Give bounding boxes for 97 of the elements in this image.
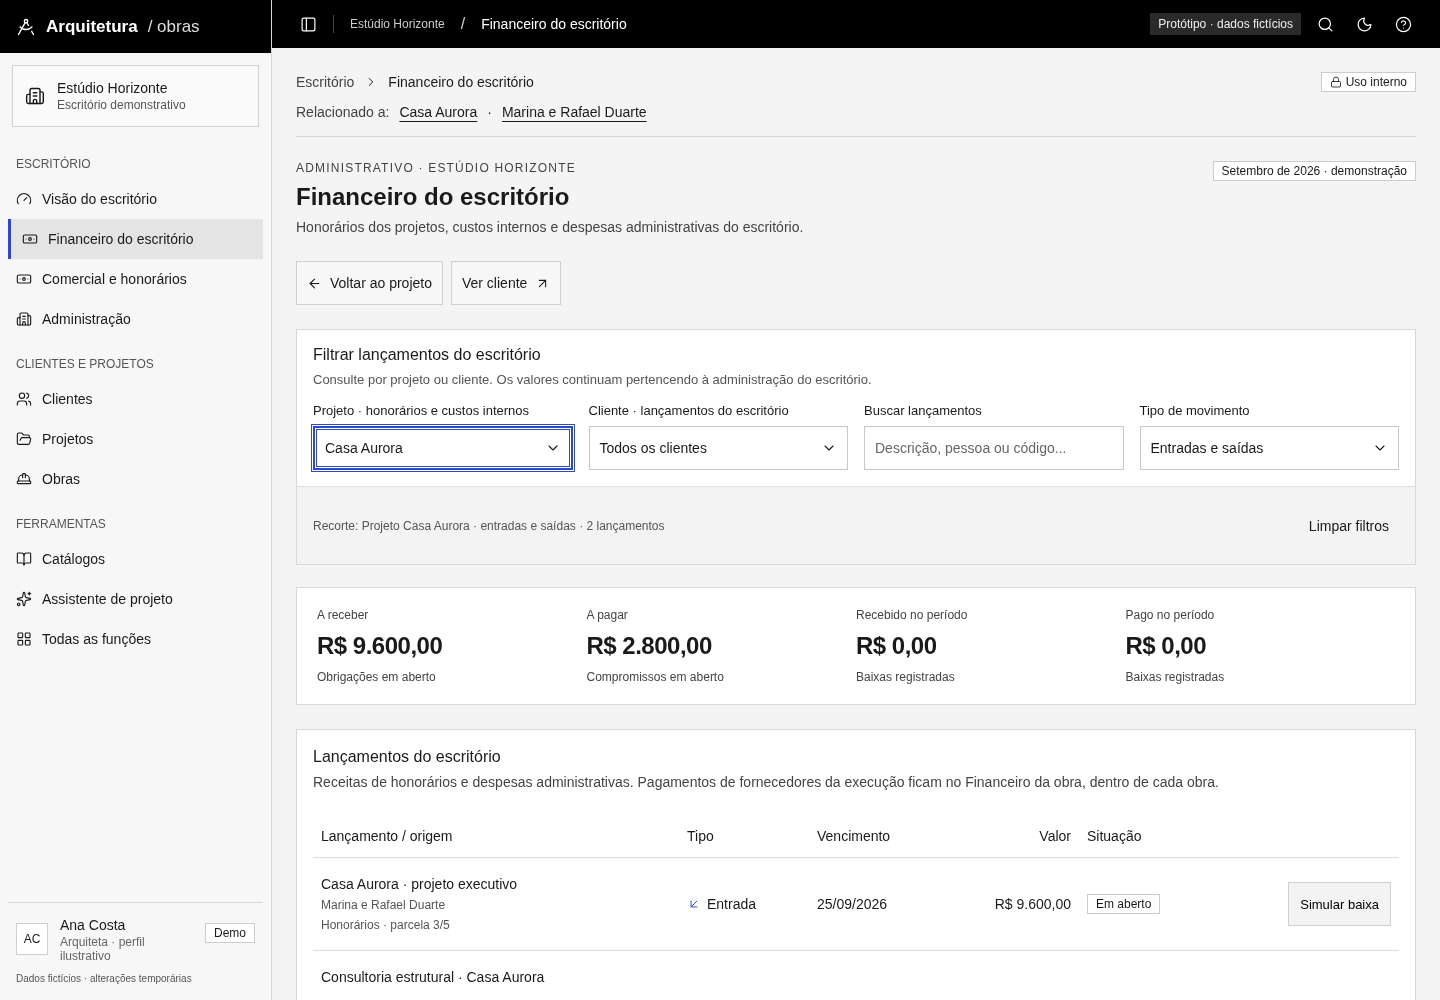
search-field[interactable]: Descrição, pessoa ou código...	[864, 426, 1124, 470]
metric-label: Recebido no período	[856, 608, 969, 622]
entry-due-date: 25/09/2026	[817, 896, 888, 912]
slash-separator: /	[460, 15, 466, 33]
panel-title: Lançamentos do escritório	[313, 748, 502, 766]
metric-value: R$ 2.800,00	[586, 632, 713, 660]
dot-separator: ·	[487, 104, 492, 120]
breadcrumb-item[interactable]: Escritório	[296, 74, 355, 90]
office-subtitle: Escritório demonstrativo	[57, 98, 186, 112]
users-icon	[16, 391, 32, 407]
page-eyebrow: ADMINISTRATIVO · ESTÚDIO HORIZONTE	[296, 161, 577, 175]
entry-title: Casa Aurora · projeto executivo	[321, 876, 518, 892]
sidebar-item[interactable]: Administração	[8, 299, 263, 339]
related-link[interactable]: Marina e Rafael Duarte	[501, 104, 647, 120]
field-label: Cliente · lançamentos do escritório	[588, 403, 790, 418]
related-label: Relacionado a:	[296, 104, 390, 120]
app-name: Arquitetura	[46, 16, 138, 37]
metric-label: Pago no período	[1125, 608, 1216, 622]
building-icon	[25, 86, 45, 106]
column-header: Situação	[1087, 827, 1142, 844]
sidebar-item[interactable]: Assistente de projeto	[8, 579, 263, 619]
column-header: Valor	[1039, 827, 1071, 844]
status-badge: Em aberto	[1087, 894, 1161, 914]
filter-summary: Recorte: Projeto Casa Aurora · entradas e saídas · 2 lançamentos	[313, 518, 665, 533]
banknote-icon	[22, 231, 38, 247]
panel-description: Consulte por projeto ou cliente. Os valores continuam pertencendo à administração do escritório.	[313, 372, 873, 387]
folder-icon	[16, 431, 32, 447]
metric-note: Obrigações em aberto	[317, 670, 437, 684]
prototype-badge: Protótipo · dados fictícios	[1150, 13, 1301, 35]
access-badge: Uso interno	[1320, 72, 1416, 92]
moon-icon[interactable]	[1356, 15, 1373, 33]
topbar-crumb[interactable]: Estúdio Horizonte	[350, 17, 445, 31]
search-icon[interactable]	[1317, 15, 1334, 33]
column-header: Vencimento	[817, 827, 891, 844]
page-title: Financeiro do escritório	[296, 183, 571, 211]
simulate-button[interactable]: Simular baixa	[1288, 882, 1391, 926]
demo-badge: Demo	[205, 923, 255, 943]
metric-label: A pagar	[586, 608, 629, 622]
select-field[interactable]: Casa Aurora	[313, 426, 573, 470]
panel-title: Filtrar lançamentos do escritório	[313, 346, 542, 364]
sidebar-item[interactable]: Todas as funções	[8, 619, 263, 659]
field-label: Projeto · honorários e custos internos	[313, 403, 531, 418]
metric-value: R$ 9.600,00	[317, 632, 444, 660]
panel-description: Receitas de honorários e despesas administrativas. Pagamentos de fornecedores da execução ficam no Financeiro da obra, dentro de cada obra.	[313, 774, 1220, 790]
clear-filters-button[interactable]: Limpar filtros	[1308, 511, 1389, 540]
building-icon	[16, 311, 32, 327]
action-button[interactable]: Voltar ao projeto	[296, 261, 443, 305]
entry-detail: Honorários · parcela 3/5	[321, 918, 450, 932]
sidebar-item[interactable]: Obras	[8, 459, 263, 499]
breadcrumb-item: Financeiro do escritório	[388, 74, 534, 90]
sidebar-toggle-icon[interactable]	[300, 15, 317, 33]
metric-value: R$ 0,00	[856, 632, 938, 660]
sidebar-item[interactable]: Comercial e honorários	[8, 259, 263, 299]
sidebar-item[interactable]: Visão do escritório	[8, 179, 263, 219]
sidebar-item[interactable]: Clientes	[8, 379, 263, 419]
office-card[interactable]: Estúdio Horizonte Escritório demonstrativo	[12, 65, 259, 127]
column-header: Lançamento / origem	[321, 827, 453, 844]
related-link[interactable]: Casa Aurora	[399, 104, 478, 120]
user-avatar: AC	[16, 923, 48, 955]
entry-type: Entrada	[707, 896, 757, 912]
book-icon	[16, 551, 32, 567]
nav-section-heading: FERRAMENTAS	[15, 516, 107, 533]
gauge-icon	[16, 191, 32, 207]
office-name: Estúdio Horizonte	[57, 80, 169, 96]
help-icon[interactable]	[1395, 15, 1412, 33]
app-section: / obras	[147, 16, 200, 37]
topbar-title: Financeiro do escritório	[481, 16, 627, 32]
metric-note: Baixas registradas	[1125, 670, 1226, 684]
select-field[interactable]: Entradas e saídas	[1139, 426, 1399, 470]
nav-section-heading: CLIENTES E PROJETOS	[15, 356, 155, 373]
column-header: Tipo	[687, 827, 714, 844]
field-label: Tipo de movimento	[1139, 403, 1251, 418]
sidebar-item[interactable]: Financeiro do escritório	[8, 219, 263, 259]
field-label: Buscar lançamentos	[864, 403, 983, 418]
sidebar-item[interactable]: Catálogos	[8, 539, 263, 579]
sidebar-item[interactable]: Projetos	[8, 419, 263, 459]
metric-note: Compromissos em aberto	[586, 670, 725, 684]
metric-value: R$ 0,00	[1125, 632, 1208, 660]
page-description: Honorários dos projetos, custos internos e despesas administrativas do escritório.	[296, 219, 804, 235]
banknote-icon	[16, 271, 32, 287]
entry-party: Marina e Rafael Duarte	[321, 898, 446, 912]
metric-note: Baixas registradas	[856, 670, 956, 684]
nav-section-heading: ESCRITÓRIO	[15, 155, 92, 173]
footer-note: Dados fictícios · alterações temporárias	[15, 973, 193, 984]
sparkles-icon	[16, 591, 32, 607]
user-role: Arquiteta · perfil ilustrativo	[60, 935, 146, 963]
entry-title: Consultoria estrutural · Casa Aurora	[321, 969, 545, 985]
user-name: Ana Costa	[60, 917, 127, 933]
grid-icon	[16, 631, 32, 647]
hard-hat-icon	[16, 471, 32, 487]
entry-amount: R$ 9.600,00	[994, 896, 1071, 912]
lock-icon	[1329, 76, 1342, 88]
metric-label: A receber	[317, 608, 370, 622]
period-badge: Setembro de 2026 · demonstração	[1212, 161, 1416, 181]
select-field[interactable]: Todos os clientes	[588, 426, 848, 470]
compass-icon	[16, 16, 36, 37]
action-button[interactable]: Ver cliente	[450, 261, 562, 305]
